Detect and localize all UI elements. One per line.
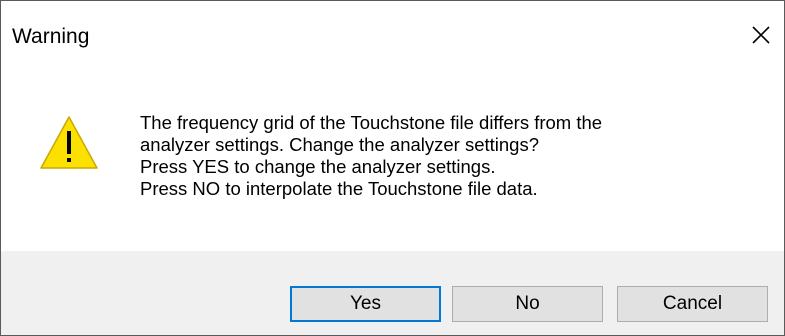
dialog-title: Warning [12,25,90,48]
close-button[interactable] [744,20,778,50]
warning-icon [40,116,98,169]
title-bar: Warning [1,1,784,75]
yes-button[interactable]: Yes [290,286,441,322]
message-text: The frequency grid of the Touchstone fil… [140,112,760,200]
message-line: analyzer settings. Change the analyzer s… [140,134,540,155]
message-line: Press NO to interpolate the Touchstone f… [140,178,538,199]
close-icon [752,26,770,44]
no-button[interactable]: No [452,286,603,322]
dialog-body: The frequency grid of the Touchstone fil… [1,75,784,251]
button-bar: Yes No Cancel [1,251,784,335]
warning-dialog: Warning The frequency grid of the Touchs… [0,0,785,336]
message-line: Press YES to change the analyzer setting… [140,156,496,177]
cancel-button[interactable]: Cancel [617,286,768,322]
message-line: The frequency grid of the Touchstone fil… [140,112,603,133]
